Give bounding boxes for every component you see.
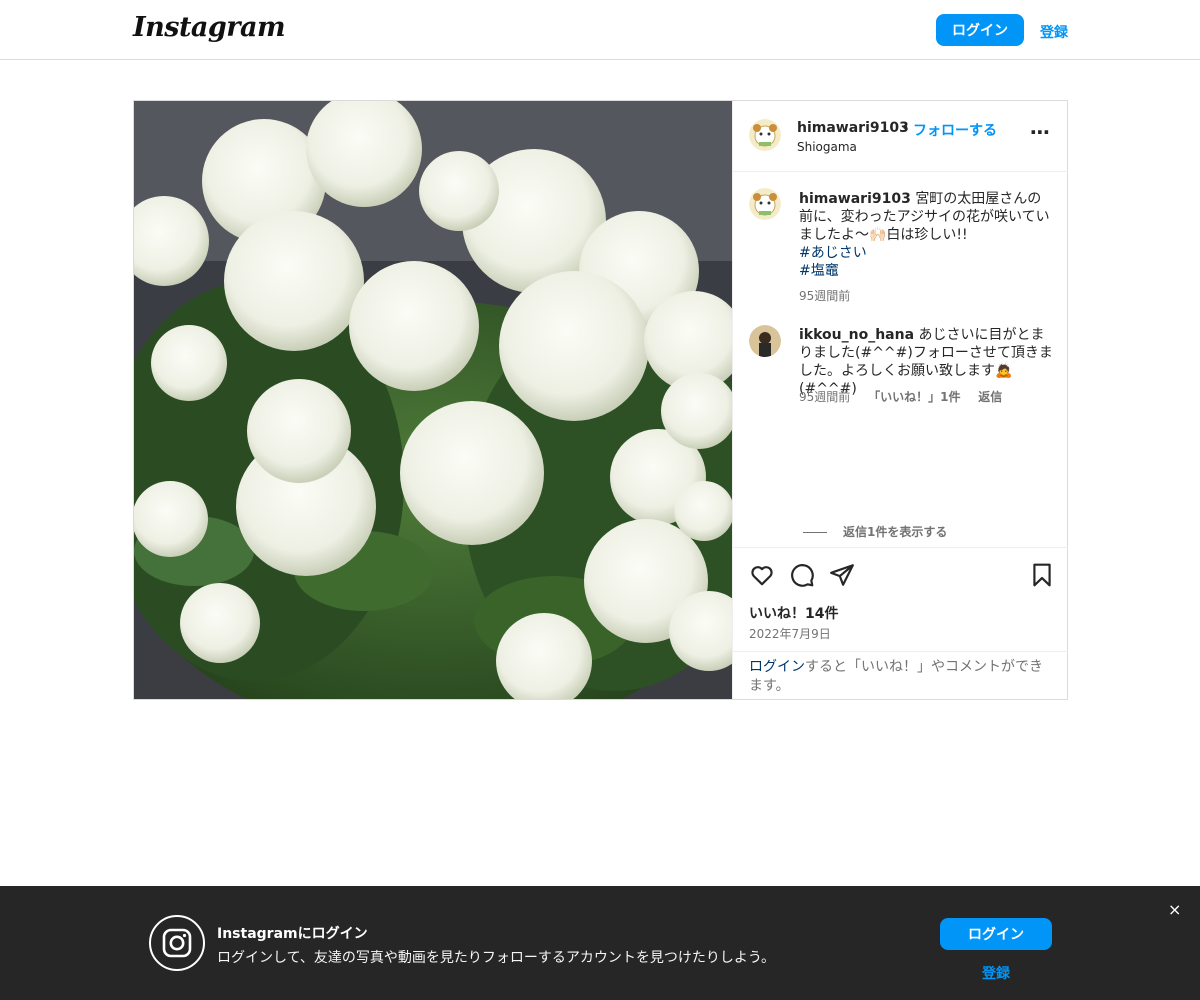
banner-title: Instagramにログイン bbox=[217, 926, 368, 942]
author-avatar[interactable] bbox=[749, 119, 781, 151]
author-username[interactable]: himawari9103 bbox=[797, 120, 909, 136]
top-navigation-bar: Instagram ログイン 登録 bbox=[0, 0, 1200, 60]
header-login-button[interactable]: ログイン bbox=[936, 14, 1024, 46]
commenter-avatar[interactable] bbox=[749, 325, 781, 357]
login-link[interactable]: ログイン bbox=[749, 659, 805, 675]
caption-avatar[interactable] bbox=[749, 188, 781, 220]
caption-time[interactable]: 95週間前 bbox=[799, 289, 850, 303]
comment-meta: 95週間前 「いいね！」1件 返信 bbox=[799, 388, 1016, 405]
login-banner: Instagramにログイン ログインして、友達の写真や動画を見たりフォローする… bbox=[0, 886, 1200, 1000]
comments-section: himawari9103 宮町の太田屋さんの前に、変わったアジサイの花が咲いてい… bbox=[733, 173, 1068, 547]
paper-plane-icon[interactable] bbox=[829, 562, 855, 588]
caption-meta: 95週間前 bbox=[799, 287, 864, 304]
replies-divider bbox=[803, 532, 827, 533]
login-prompt: ログインすると「いいね！」やコメントができます。 bbox=[733, 651, 1068, 699]
caption-text: himawari9103 宮町の太田屋さんの前に、変わったアジサイの花が咲いてい… bbox=[799, 190, 1053, 280]
post-photo[interactable] bbox=[134, 101, 732, 699]
more-options-icon[interactable]: ⋯ bbox=[1029, 122, 1051, 145]
post-header: himawari9103 • フォローする Shiogama ⋯ bbox=[733, 101, 1068, 172]
header-signup-link[interactable]: 登録 bbox=[1040, 22, 1068, 42]
post-sidebar: himawari9103 • フォローする Shiogama ⋯ himawar… bbox=[732, 101, 1068, 699]
close-icon[interactable]: × bbox=[1168, 900, 1181, 919]
hashtag-link[interactable]: #塩竈 bbox=[799, 262, 1053, 280]
instagram-icon bbox=[149, 915, 205, 971]
reply-button[interactable]: 返信 bbox=[978, 390, 1002, 404]
banner-signup-link[interactable]: 登録 bbox=[940, 963, 1052, 983]
heart-icon[interactable] bbox=[749, 562, 775, 588]
follow-button[interactable]: フォローする bbox=[913, 120, 997, 140]
separator-dot: • bbox=[901, 120, 910, 136]
banner-login-button[interactable]: ログイン bbox=[940, 918, 1052, 950]
view-replies-button[interactable]: 返信1件を表示する bbox=[803, 523, 947, 540]
comment-time[interactable]: 95週間前 bbox=[799, 390, 850, 404]
post-actions: いいね！14件 2022年7月9日 bbox=[733, 547, 1068, 651]
post-location[interactable]: Shiogama bbox=[797, 140, 857, 154]
bookmark-icon[interactable] bbox=[1029, 562, 1055, 588]
hashtag-link[interactable]: #あじさい bbox=[799, 244, 1053, 262]
comment-username[interactable]: ikkou_no_hana bbox=[799, 327, 914, 343]
hydrangea-photo bbox=[134, 101, 732, 699]
caption-username[interactable]: himawari9103 bbox=[799, 191, 911, 207]
view-replies-label: 返信1件を表示する bbox=[843, 525, 948, 539]
post-date[interactable]: 2022年7月9日 bbox=[749, 625, 831, 642]
likes-count[interactable]: いいね！14件 bbox=[749, 603, 838, 623]
post-card: himawari9103 • フォローする Shiogama ⋯ himawar… bbox=[133, 100, 1068, 700]
instagram-logo[interactable]: Instagram bbox=[133, 12, 286, 43]
comment-icon[interactable] bbox=[789, 562, 815, 588]
comment-likes[interactable]: 「いいね！」1件 bbox=[868, 390, 960, 404]
banner-subtitle: ログインして、友達の写真や動画を見たりフォローするアカウントを見つけたりしよう。 bbox=[217, 950, 776, 966]
